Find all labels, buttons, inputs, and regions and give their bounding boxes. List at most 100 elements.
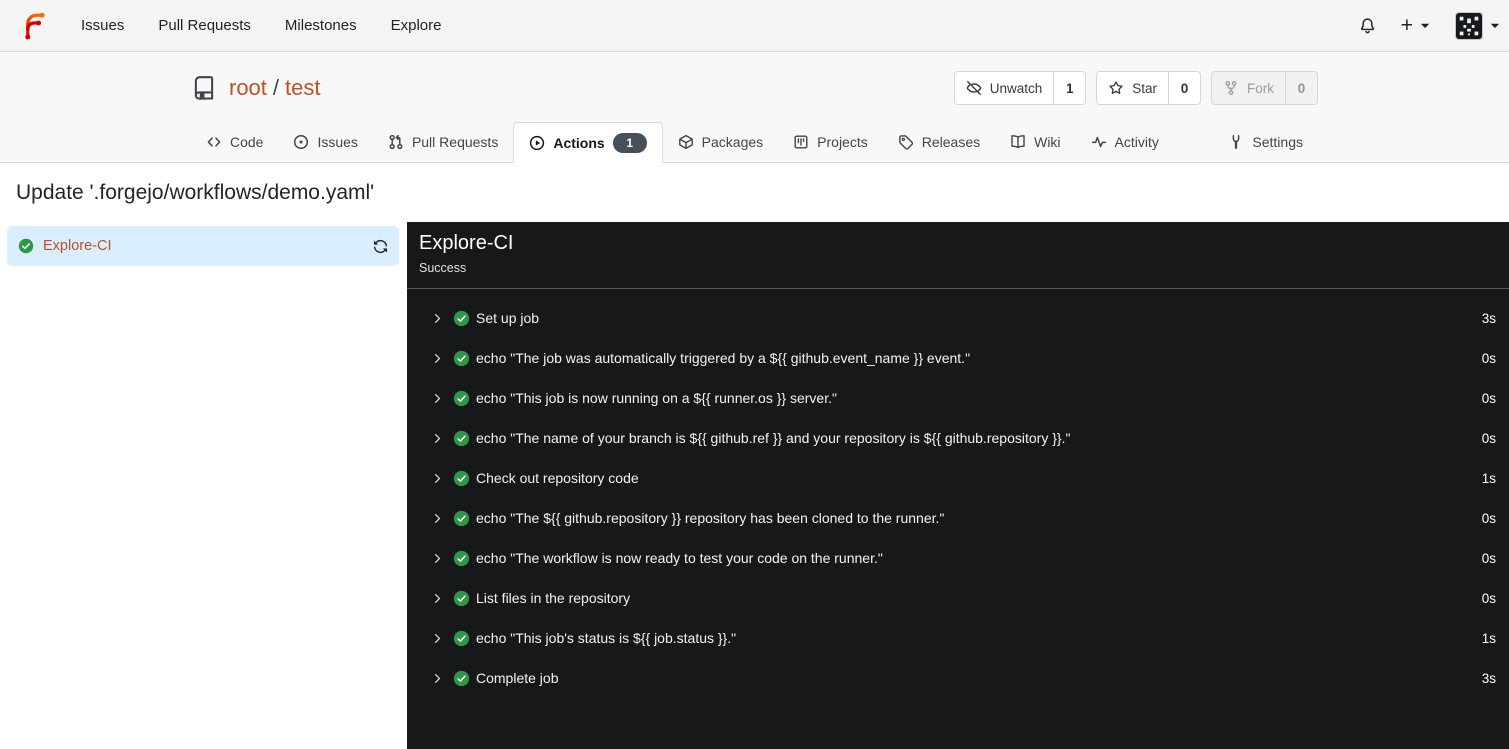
tab-activity[interactable]: Activity bbox=[1076, 122, 1174, 162]
tools-icon bbox=[1228, 134, 1244, 150]
book-icon bbox=[1010, 134, 1026, 150]
step-row[interactable]: echo "The job was automatically triggere… bbox=[407, 338, 1509, 378]
unwatch-label: Unwatch bbox=[989, 80, 1043, 96]
success-check-icon bbox=[453, 470, 470, 487]
step-duration: 3s bbox=[1481, 310, 1496, 326]
forgejo-logo-icon[interactable] bbox=[19, 10, 50, 41]
forks-count[interactable]: 0 bbox=[1285, 72, 1317, 104]
success-check-icon bbox=[453, 670, 470, 687]
success-check-icon bbox=[453, 430, 470, 447]
repo-owner-link[interactable]: root bbox=[229, 75, 267, 101]
chevron-right-icon[interactable] bbox=[431, 432, 444, 445]
step-row[interactable]: Complete job 3s bbox=[407, 658, 1509, 698]
chevron-right-icon[interactable] bbox=[431, 672, 444, 685]
tab-releases[interactable]: Releases bbox=[883, 122, 995, 162]
run-title: Update '.forgejo/workflows/demo.yaml' bbox=[16, 181, 375, 204]
repo-tabs: Code Issues Pull Requests Actions 1 Pack… bbox=[191, 122, 1318, 163]
repo-name-link[interactable]: test bbox=[285, 75, 320, 101]
step-row[interactable]: Check out repository code 1s bbox=[407, 458, 1509, 498]
step-row[interactable]: Set up job 3s bbox=[407, 298, 1509, 338]
unwatch-button[interactable]: Unwatch bbox=[955, 72, 1054, 104]
chevron-right-icon[interactable] bbox=[431, 352, 444, 365]
actions-count-badge: 1 bbox=[612, 133, 647, 153]
watchers-count[interactable]: 1 bbox=[1053, 72, 1085, 104]
fork-button-group: Fork 0 bbox=[1211, 71, 1318, 105]
success-check-icon bbox=[18, 238, 34, 254]
success-check-icon bbox=[453, 590, 470, 607]
step-row[interactable]: echo "This job is now running on a ${{ r… bbox=[407, 378, 1509, 418]
tab-pull-requests[interactable]: Pull Requests bbox=[373, 122, 513, 162]
step-duration: 0s bbox=[1481, 550, 1496, 566]
job-log-header: Explore-CI Success bbox=[407, 222, 1509, 289]
star-label: Star bbox=[1132, 80, 1157, 96]
eye-slash-icon bbox=[966, 80, 982, 96]
step-duration: 1s bbox=[1481, 630, 1496, 646]
play-circle-icon bbox=[529, 135, 545, 151]
chevron-right-icon[interactable] bbox=[431, 392, 444, 405]
step-row[interactable]: echo "The name of your branch is ${{ git… bbox=[407, 418, 1509, 458]
chevron-right-icon[interactable] bbox=[431, 472, 444, 485]
repo-title: root / test bbox=[191, 75, 321, 101]
success-check-icon bbox=[453, 390, 470, 407]
stars-count[interactable]: 0 bbox=[1168, 72, 1200, 104]
fork-icon bbox=[1223, 80, 1239, 96]
step-duration: 0s bbox=[1481, 590, 1496, 606]
star-button[interactable]: Star bbox=[1097, 72, 1168, 104]
nav-issues[interactable]: Issues bbox=[64, 0, 141, 52]
navbar-right: + bbox=[1359, 11, 1509, 40]
chevron-right-icon[interactable] bbox=[431, 552, 444, 565]
job-log-panel: Explore-CI Success Set up job 3s echo "T… bbox=[407, 222, 1509, 749]
issue-icon bbox=[293, 134, 309, 150]
pulse-icon bbox=[1091, 134, 1107, 150]
create-new-dropdown[interactable]: + bbox=[1401, 15, 1430, 36]
steps-list: Set up job 3s echo "The job was automati… bbox=[407, 289, 1509, 707]
repo-icon bbox=[191, 75, 217, 101]
tab-issues[interactable]: Issues bbox=[278, 122, 372, 162]
project-icon bbox=[793, 134, 809, 150]
tab-code[interactable]: Code bbox=[191, 122, 278, 162]
step-duration: 0s bbox=[1481, 510, 1496, 526]
avatar bbox=[1455, 11, 1483, 40]
job-name: Explore-CI bbox=[43, 238, 112, 254]
tab-packages[interactable]: Packages bbox=[663, 122, 778, 162]
tag-icon bbox=[898, 134, 914, 150]
success-check-icon bbox=[453, 310, 470, 327]
chevron-right-icon[interactable] bbox=[431, 592, 444, 605]
step-row[interactable]: List files in the repository 0s bbox=[407, 578, 1509, 618]
success-check-icon bbox=[453, 550, 470, 567]
step-duration: 0s bbox=[1481, 430, 1496, 446]
step-row[interactable]: echo "This job's status is ${{ job.statu… bbox=[407, 618, 1509, 658]
plus-icon: + bbox=[1400, 14, 1413, 37]
jobs-sidebar: Explore-CI bbox=[0, 222, 407, 749]
tab-projects[interactable]: Projects bbox=[778, 122, 883, 162]
success-check-icon bbox=[453, 510, 470, 527]
success-check-icon bbox=[453, 630, 470, 647]
star-icon bbox=[1108, 80, 1124, 96]
user-menu-dropdown[interactable] bbox=[1455, 11, 1500, 40]
code-icon bbox=[206, 134, 222, 150]
navbar: Issues Pull Requests Milestones Explore … bbox=[0, 0, 1509, 52]
step-row[interactable]: echo "The workflow is now ready to test … bbox=[407, 538, 1509, 578]
tab-wiki[interactable]: Wiki bbox=[995, 122, 1075, 162]
fork-label: Fork bbox=[1247, 80, 1274, 96]
nav-explore[interactable]: Explore bbox=[374, 0, 459, 52]
nav-milestones[interactable]: Milestones bbox=[268, 0, 374, 52]
chevron-right-icon[interactable] bbox=[431, 512, 444, 525]
nav-pull-requests[interactable]: Pull Requests bbox=[141, 0, 268, 52]
step-duration: 0s bbox=[1481, 350, 1496, 366]
pull-request-icon bbox=[388, 134, 404, 150]
tab-settings[interactable]: Settings bbox=[1213, 122, 1318, 162]
rerun-sync-icon[interactable] bbox=[373, 239, 388, 254]
chevron-right-icon[interactable] bbox=[431, 312, 444, 325]
star-button-group: Star 0 bbox=[1096, 71, 1201, 105]
chevron-right-icon[interactable] bbox=[431, 632, 444, 645]
unwatch-button-group: Unwatch 1 bbox=[953, 71, 1087, 105]
repo-header: root / test Unwatch 1 Star 0 Fork 0 Code… bbox=[0, 52, 1509, 163]
step-row[interactable]: echo "The ${{ github.repository }} repos… bbox=[407, 498, 1509, 538]
fork-button[interactable]: Fork bbox=[1212, 72, 1285, 104]
notifications-bell-icon[interactable] bbox=[1359, 17, 1376, 34]
repo-separator: / bbox=[272, 75, 280, 100]
step-duration: 3s bbox=[1481, 670, 1496, 686]
tab-actions[interactable]: Actions 1 bbox=[513, 122, 663, 163]
job-item-explore-ci[interactable]: Explore-CI bbox=[7, 226, 399, 266]
